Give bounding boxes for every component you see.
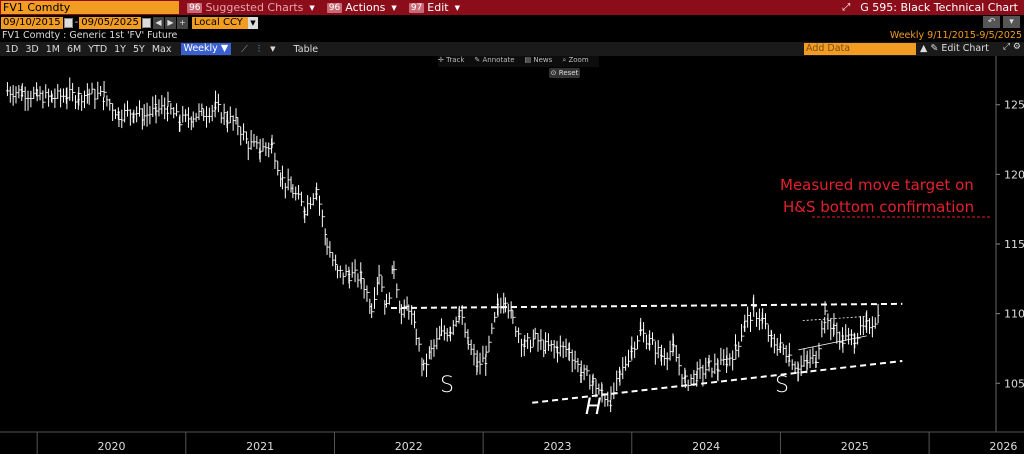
chart-title-text: G 595: Black Technical Chart: [860, 1, 1018, 14]
actions-menu[interactable]: 96 Actions ▼: [321, 0, 403, 15]
annotate-label: Annotate: [482, 56, 515, 64]
chevron-down-icon: ▼: [391, 3, 397, 12]
zoom-button[interactable]: ⌕ Zoom: [562, 56, 588, 67]
track-button[interactable]: ✛ Track: [438, 56, 464, 67]
period-5y[interactable]: 5Y: [133, 44, 145, 55]
news-button[interactable]: ▤ News: [525, 56, 553, 67]
actions-shortcut: 96: [326, 2, 343, 13]
next-period-button[interactable]: ▶: [164, 16, 176, 29]
line-chart-icon[interactable]: ⟋: [241, 44, 248, 55]
y-tick-label: 105: [1004, 377, 1024, 390]
actions-label: Actions: [345, 1, 386, 14]
zoom-in-button[interactable]: +: [176, 16, 188, 29]
add-data-input[interactable]: Add Data: [804, 43, 916, 55]
security-line: FV1 Comdty : Generic 1st 'FV' Future Wee…: [0, 30, 1024, 42]
reset-button[interactable]: ⊙ Reset: [549, 68, 580, 78]
date-bar: 09/10/2015 - 09/05/2025 ◀ ▶ + Local CCY …: [0, 15, 1024, 30]
y-tick-label: 120: [1004, 168, 1024, 181]
settings-button[interactable]: ▾: [1003, 16, 1020, 28]
right-shoulder-label: S: [775, 373, 789, 398]
chevron-down-icon: ▼: [454, 3, 460, 12]
zoom-label: Zoom: [568, 56, 589, 64]
period-bar: 1D 3D 1M 6M YTD 1Y 5Y Max Weekly ▼ ⟋ ⫶ ▼…: [0, 42, 1024, 56]
track-label: Track: [446, 56, 465, 64]
left-shoulder-label: S: [440, 373, 454, 398]
edit-chart-label: Edit Chart: [941, 43, 989, 54]
undo-button[interactable]: ↶: [983, 16, 1000, 28]
bar-chart-icon[interactable]: ⫶: [258, 44, 260, 55]
currency-select[interactable]: Local CCY: [191, 16, 248, 29]
period-ytd[interactable]: YTD: [88, 44, 107, 55]
edit-menu[interactable]: 97 Edit ▼: [403, 0, 466, 15]
x-tick-label: 2022: [395, 440, 423, 453]
head-label: H: [585, 395, 602, 420]
chart-title: ⤢ G 595: Black Technical Chart: [842, 0, 1018, 15]
news-label: News: [533, 56, 553, 64]
period-6m[interactable]: 6M: [67, 44, 81, 55]
x-tick-label: 2024: [692, 440, 720, 453]
chevron-down-icon: ▼: [309, 3, 315, 12]
edit-chart-button[interactable]: ▲ ✎ Edit Chart: [920, 43, 989, 54]
period-1d[interactable]: 1D: [5, 44, 18, 55]
x-tick-label: 2026: [989, 440, 1017, 453]
y-tick-label: 110: [1004, 308, 1024, 321]
annotate-button[interactable]: ✎ Annotate: [474, 56, 514, 67]
window-controls: ↶ ▾: [980, 16, 1020, 28]
chart-toolbar: ✛ Track ✎ Annotate ▤ News ⌕ Zoom: [438, 56, 599, 67]
prev-period-button[interactable]: ◀: [152, 16, 164, 29]
period-1m[interactable]: 1M: [46, 44, 60, 55]
y-tick-label: 115: [1004, 238, 1024, 251]
y-tick-label: 125: [1004, 99, 1024, 112]
table-button[interactable]: Table: [294, 44, 319, 55]
x-tick-label: 2023: [543, 440, 571, 453]
suggested-charts-label: Suggested Charts: [205, 1, 304, 14]
calendar-icon[interactable]: [141, 17, 151, 28]
edit-shortcut: 97: [408, 2, 425, 13]
x-tick-label: 2025: [841, 440, 869, 453]
target-label-line2: H&S bottom confirmation: [783, 198, 974, 216]
top-bar: FV1 Comdty 96 Suggested Charts ▼ 96 Acti…: [0, 0, 1024, 15]
chevron-down-icon[interactable]: ▼: [247, 16, 258, 29]
suggested-charts-menu[interactable]: 96 Suggested Charts ▼: [181, 0, 321, 15]
period-1y[interactable]: 1Y: [114, 44, 126, 55]
calendar-icon[interactable]: [63, 17, 73, 28]
expand-icon[interactable]: ⤢: [842, 2, 850, 13]
chart-background: [0, 56, 1024, 454]
x-tick-label: 2020: [97, 440, 125, 453]
ticker-input[interactable]: FV1 Comdty: [1, 1, 179, 14]
chart-settings-icon[interactable]: ⤢ ⚙: [1003, 42, 1021, 52]
target-label-line1: Measured move target on: [780, 176, 974, 194]
edit-label: Edit: [427, 1, 449, 14]
x-tick-label: 2021: [246, 440, 274, 453]
frequency-select[interactable]: Weekly ▼: [180, 43, 232, 55]
end-date-input[interactable]: 09/05/2025: [79, 16, 141, 29]
security-description: FV1 Comdty : Generic 1st 'FV' Future: [2, 30, 178, 41]
frequency-label: Weekly: [183, 43, 218, 54]
suggested-charts-shortcut: 96: [187, 2, 203, 13]
period-3d[interactable]: 3D: [25, 44, 38, 55]
reset-label: Reset: [558, 69, 579, 77]
price-chart[interactable]: 105 110 115 120 125 2020 2021 2022 2023 2024 2025…: [0, 56, 1024, 454]
period-max[interactable]: Max: [152, 44, 172, 55]
chevron-down-icon[interactable]: ▼: [270, 45, 275, 53]
date-range-label: Weekly 9/11/2015-9/5/2025: [889, 30, 1022, 41]
start-date-input[interactable]: 09/10/2015: [1, 16, 63, 29]
date-separator: -: [74, 17, 79, 28]
